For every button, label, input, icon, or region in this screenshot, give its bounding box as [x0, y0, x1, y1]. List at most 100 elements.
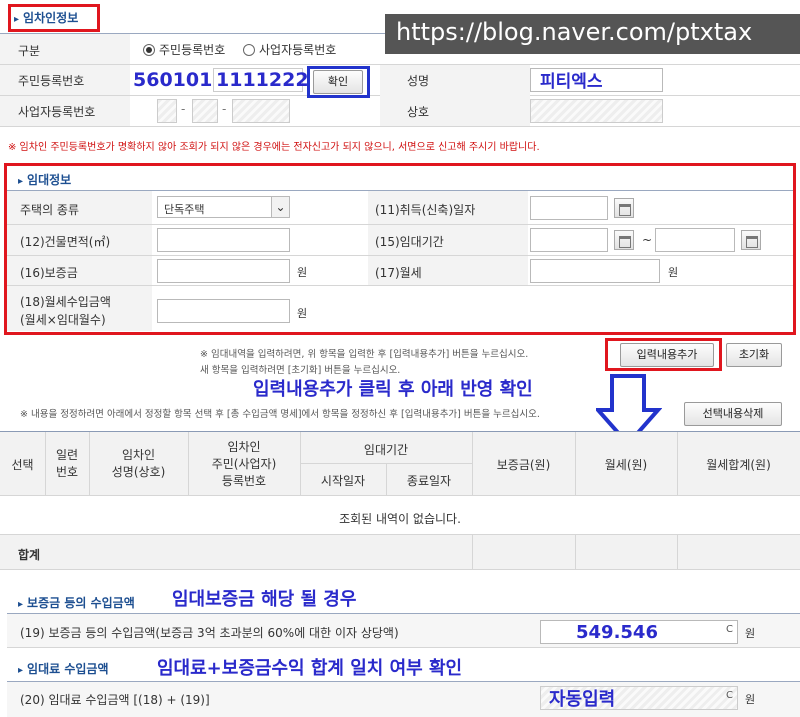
tenant-section-title: ▸ 임차인정보 — [14, 9, 78, 26]
divider — [677, 535, 678, 569]
col-start: 시작일자 — [320, 474, 366, 488]
col-name-2: 성명(상호) — [111, 465, 166, 479]
area-label: (12)건물면적(㎡) — [20, 235, 111, 249]
radio-resident[interactable]: 주민등록번호 — [143, 41, 225, 58]
company-input — [530, 99, 663, 123]
deposit-income-title: ▸ 보증금 등의 수입금액 — [18, 594, 135, 611]
confirm-button[interactable]: 확인 — [313, 70, 363, 94]
col-name-1: 임차인 — [121, 448, 156, 462]
section-arrow-icon: ▸ — [14, 14, 20, 25]
name-label: 성명 — [407, 74, 430, 88]
annotation-add-check: 입력내용추가 클릭 후 아래 반영 확인 — [253, 379, 533, 400]
col-no-1: 일련 — [55, 448, 79, 462]
period-start-input[interactable] — [530, 228, 608, 252]
sum-row-bg — [0, 535, 800, 569]
col-end: 종료일자 — [406, 474, 452, 488]
house-type-select[interactable]: 단독주택 ⌄ — [157, 196, 290, 218]
col-period: 임대기간 — [363, 443, 409, 457]
divider — [7, 255, 793, 256]
period-end-input[interactable] — [655, 228, 735, 252]
auto-input-annotation: 자동입력 — [549, 689, 616, 710]
calendar-icon[interactable] — [614, 198, 634, 218]
rent-income-row-label: (20) 임대료 수입금액 [(18) + (19)] — [20, 693, 210, 707]
col-id-1: 임차인 — [227, 440, 261, 454]
deposit-input[interactable] — [157, 259, 290, 283]
divider — [472, 535, 473, 569]
watermark-text: https://blog.naver.com/ptxtax — [396, 18, 753, 46]
divider — [7, 647, 800, 648]
area-input[interactable] — [157, 228, 290, 252]
radio-business-label: 사업자등록번호 — [259, 43, 337, 57]
c-mark: C — [726, 690, 733, 701]
edit-note: ※ 내용을 정정하려면 아래에서 정정할 항목 선택 후 [총 수입금액 명세]… — [20, 409, 540, 420]
radio-unchecked-icon[interactable] — [243, 43, 255, 56]
monthly-total-label-1: (18)월세수입금액 — [20, 295, 111, 309]
resident-no-value-2: 1111222 — [216, 69, 309, 91]
col-monthly-total: 월세합계(원) — [706, 458, 771, 472]
annotation-deposit: 임대보증금 해당 될 경우 — [172, 589, 357, 610]
col-select: 선택 — [11, 458, 34, 472]
col-deposit: 보증금(원) — [496, 458, 551, 472]
deposit-label: (16)보증금 — [20, 266, 78, 280]
dash: - — [222, 102, 227, 116]
business-no-part3 — [232, 99, 290, 123]
divider — [0, 126, 800, 127]
reset-note: 새 항목을 입력하려면 [초기화] 버튼을 누르십시오. — [200, 365, 401, 376]
monthly-input[interactable] — [530, 259, 660, 283]
name-value: 피티엑스 — [540, 72, 603, 92]
radio-checked-icon[interactable] — [143, 43, 155, 56]
business-no-part1 — [157, 99, 177, 123]
period-separator: ~ — [642, 233, 653, 247]
house-type-value: 단독주택 — [164, 203, 205, 216]
deposit-unit: 원 — [297, 266, 308, 279]
sum-label: 합계 — [18, 548, 41, 562]
label-column-bg — [380, 65, 530, 126]
divider — [0, 495, 800, 496]
business-no-part2 — [192, 99, 218, 123]
acquire-date-input[interactable] — [530, 196, 608, 220]
radio-business[interactable]: 사업자등록번호 — [243, 41, 336, 58]
calendar-icon[interactable] — [741, 230, 761, 250]
lease-section-title: ▸ 임대정보 — [18, 171, 71, 188]
deposit-income-title-text: 보증금 등의 수입금액 — [27, 596, 135, 610]
section-arrow-icon: ▸ — [18, 176, 24, 187]
house-type-label: 주택의 종류 — [20, 203, 80, 217]
section-arrow-icon: ▸ — [18, 665, 24, 676]
tenant-title-text: 임차인정보 — [23, 11, 79, 25]
reset-button[interactable]: 초기화 — [726, 343, 782, 367]
business-no-label: 사업자등록번호 — [18, 105, 96, 119]
period-label: (15)임대기간 — [375, 235, 444, 249]
rent-income-title-text: 임대료 수입금액 — [27, 662, 109, 676]
tenant-warning: ※ 임차인 주민등록번호가 명확하지 않아 조회가 되지 않은 경우에는 전자신… — [8, 142, 540, 153]
type-label: 구분 — [18, 44, 41, 58]
deposit-income-unit: 원 — [745, 627, 756, 640]
monthly-total-label-2: (월세×임대월수) — [20, 313, 106, 327]
divider — [7, 285, 793, 286]
col-id-2: 주민(사업자) — [211, 457, 277, 471]
monthly-total-unit: 원 — [297, 307, 308, 320]
c-mark: C — [726, 624, 733, 635]
calendar-icon[interactable] — [614, 230, 634, 250]
resident-no-value-1[interactable]: 560101 — [133, 69, 212, 91]
acquire-date-label: (11)취득(신축)일자 — [375, 203, 476, 217]
lease-title-text: 임대정보 — [27, 173, 72, 187]
monthly-total-input[interactable] — [157, 299, 290, 323]
annotation-total-check: 임대료+보증금수익 합계 일치 여부 확인 — [157, 658, 463, 679]
empty-message: 조회된 내역이 없습니다. — [339, 512, 461, 526]
divider — [0, 569, 800, 570]
rent-income-title: ▸ 임대료 수입금액 — [18, 660, 109, 677]
col-no-2: 번호 — [55, 465, 79, 479]
chevron-down-icon[interactable]: ⌄ — [271, 197, 289, 217]
resident-no-label: 주민등록번호 — [18, 74, 85, 88]
col-monthly: 월세(원) — [604, 458, 648, 472]
delete-selected-button[interactable]: 선택내용삭제 — [684, 402, 782, 426]
company-label: 상호 — [407, 105, 430, 119]
section-arrow-icon: ▸ — [18, 599, 24, 610]
col-id-3: 등록번호 — [221, 474, 267, 488]
dash: - — [181, 102, 186, 116]
radio-resident-label: 주민등록번호 — [159, 43, 226, 57]
divider — [575, 535, 576, 569]
add-entry-button[interactable]: 입력내용추가 — [620, 343, 714, 367]
deposit-income-value: 549.546 — [576, 622, 658, 643]
monthly-label: (17)월세 — [375, 266, 422, 280]
